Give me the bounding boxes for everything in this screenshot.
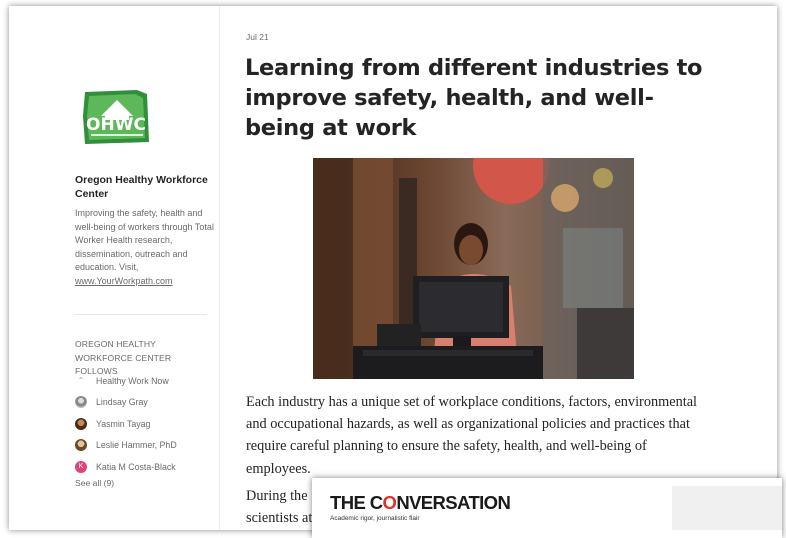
medium-page: OHWC Oregon Healthy Workforce Center Imp… [9,6,777,530]
paragraph-2-line-1: During the [246,488,308,504]
article-paragraph: Each industry has a unique set of workpl… [246,394,698,477]
logo-text-start: THE C [330,492,383,513]
logo-text-o: O [382,492,397,513]
logo-lettering: OHWC [86,115,146,135]
article-photo [313,158,634,379]
leaf-icon: ⌃ [77,375,85,385]
see-all-link[interactable]: See all (9) [75,478,114,488]
follow-name: Leslie Hammer, PhD [96,440,177,451]
post-date: Jul 21 [246,32,269,42]
follow-item-katia-costa-black[interactable]: K Katia M Costa-Black [75,456,177,478]
follow-item-lindsay-gray[interactable]: Lindsay Gray [75,392,177,414]
org-description-text: Improving the safety, health and well-be… [75,208,214,273]
paragraph-2-line-2: scientists at [246,510,313,526]
org-description: Improving the safety, health and well-be… [75,207,215,289]
follow-name: Healthy Work Now [96,375,169,386]
follow-name: Yasmin Tayag [96,418,151,429]
org-name[interactable]: Oregon Healthy Workforce Center [75,173,215,201]
conversation-tagline: Academic rigor, journalistic flair [330,515,420,522]
logo-text-end: NVERSATION [396,492,511,513]
ohwc-logo[interactable]: OHWC [81,86,153,150]
follow-name: Lindsay Gray [96,397,148,408]
follow-item-leslie-hammer[interactable]: Leslie Hammer, PhD [75,435,177,457]
overlay-background-panel [672,486,782,530]
avatar [75,417,87,430]
follow-item-yasmin-tayag[interactable]: Yasmin Tayag [75,413,177,435]
article-title: Learning from different industries to im… [245,55,703,141]
follow-item-healthy-work-now[interactable]: ⌃ Healthy Work Now [75,370,177,392]
avatar: K [75,460,87,473]
the-conversation-overlay: THE CONVERSATION Academic rigor, journal… [312,478,782,538]
avatar [75,396,87,409]
follow-name: Katia M Costa-Black [96,461,176,472]
follows-list: ⌃ Healthy Work Now Lindsay Gray Yasmin T… [75,370,177,478]
the-conversation-logo[interactable]: THE CONVERSATION [330,492,511,514]
avatar [75,439,87,452]
sidebar: OHWC Oregon Healthy Workforce Center Imp… [9,6,220,530]
sidebar-divider [75,314,207,315]
org-website-link[interactable]: www.YourWorkpath.com [75,276,173,286]
